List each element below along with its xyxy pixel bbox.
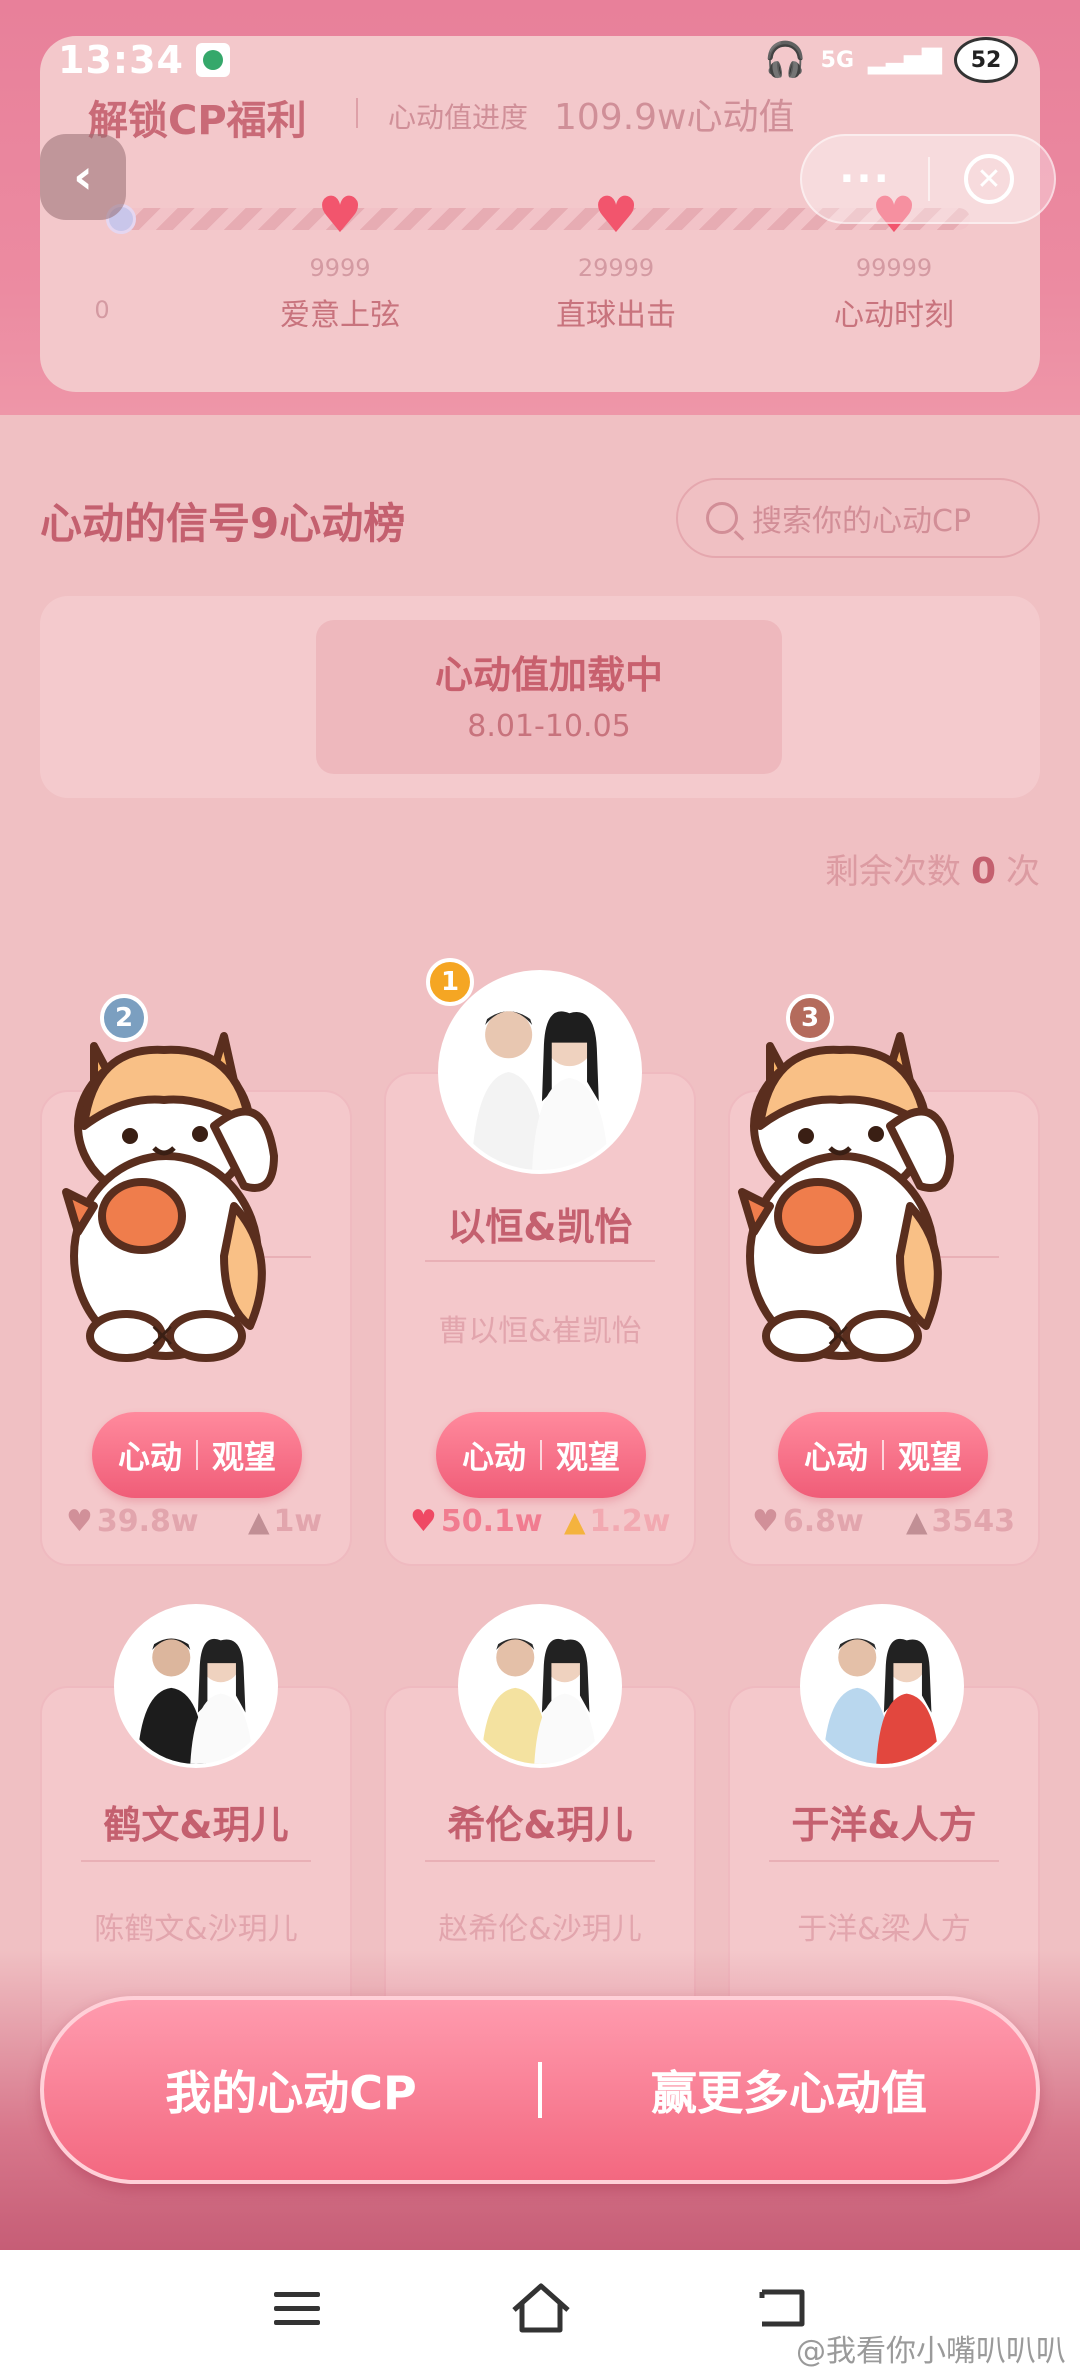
milestone-value: 9999 (309, 254, 371, 282)
cat-sticker-icon: × (738, 1032, 954, 1362)
welfare-separator (356, 98, 358, 128)
search-placeholder: 搜索你的心动CP (752, 504, 972, 539)
cp-fullname: 曹以恒&崔凯怡 (438, 1314, 642, 1349)
avatar (114, 1604, 278, 1768)
close-icon: ✕ (976, 161, 1002, 197)
earn-more-button[interactable]: 赢更多心动值 (542, 2057, 1036, 2123)
vote-button[interactable]: 心动 观望 (436, 1412, 646, 1498)
loading-date: 8.01-10.05 (467, 709, 631, 744)
watermark: @我看你小嘴叭叭叭 (796, 2334, 1066, 2369)
action-watch[interactable]: 观望 (212, 1432, 276, 1478)
milestone-0-value: 0 (94, 296, 110, 324)
cp-name: 鹤文&玥儿 (103, 1803, 289, 1847)
card-divider (425, 1860, 655, 1862)
back-button[interactable]: ‹ (40, 134, 126, 220)
action-watch[interactable]: 观望 (898, 1432, 962, 1478)
cp-name: 希伦&玥儿 (447, 1803, 633, 1847)
likes-count: ♥ 50.1w (410, 1504, 543, 1539)
heart-icon: ♥ (410, 1504, 437, 1539)
cp-fullname: 陈鹤文&沙玥儿 (94, 1912, 298, 1947)
remaining-count: 剩余次数 0 次 (825, 844, 1040, 893)
cp-name: 于洋&人方 (791, 1803, 977, 1847)
heart-icon: ♥ (317, 186, 363, 244)
action-watch[interactable]: 观望 (556, 1432, 620, 1478)
svg-text:×: × (824, 1315, 853, 1355)
search-icon (706, 502, 738, 534)
vote-button[interactable]: 心动 观望 (778, 1412, 988, 1498)
milestone-name: 直球出击 (556, 298, 676, 333)
cp-fullname: 赵希伦&沙玥儿 (438, 1912, 642, 1947)
flame-icon: ▲ (248, 1505, 270, 1538)
avatar (438, 970, 642, 1174)
heart-icon: ♥ (593, 186, 639, 244)
menu-icon[interactable] (264, 2278, 334, 2338)
cat-sticker-icon: × (62, 1032, 278, 1362)
close-button[interactable]: ✕ (964, 154, 1014, 204)
card-divider (769, 1860, 999, 1862)
my-cp-button[interactable]: 我的心动CP (44, 2057, 538, 2123)
status-indicators: 🎧 5G ▂▃▅▇ 52 (764, 37, 1018, 83)
ranking-title: 心动的信号9心动榜 (40, 499, 406, 548)
likes-count: ♥ 6.8w (752, 1504, 864, 1539)
capsule-separator (928, 157, 930, 201)
milestone-name: 爱意上弦 (280, 298, 400, 333)
network-label: 5G (820, 47, 855, 73)
heat-count: ▲ 1.2w (564, 1504, 671, 1539)
remaining-prefix: 剩余次数 (824, 852, 961, 892)
home-icon[interactable] (506, 2278, 576, 2338)
milestone-value: 99999 (855, 254, 933, 282)
heat-count: ▲ 1w (248, 1504, 323, 1539)
signal-icon: ▂▃▅▇ (868, 45, 942, 75)
action-heart[interactable]: 心动 (804, 1432, 868, 1478)
cp-fullname: 于洋&梁人方 (797, 1912, 971, 1947)
status-time: 13:34 (58, 38, 184, 82)
card-divider (425, 1260, 655, 1262)
loading-banner: 心动值加载中 8.01-10.05 (316, 620, 782, 774)
likes-count: ♥ 39.8w (66, 1504, 199, 1539)
cta-bar: 我的心动CP 赢更多心动值 (40, 1996, 1040, 2184)
app-notification-icon (195, 43, 230, 77)
chevron-left-icon: ‹ (73, 149, 93, 205)
remaining-number: 0 (970, 851, 996, 892)
status-bar: 13:34 🎧 5G ▂▃▅▇ 52 (58, 34, 1018, 86)
search-input[interactable]: 搜索你的心动CP (676, 478, 1040, 558)
headphones-icon: 🎧 (764, 40, 807, 80)
progress-value: 109.9w心动值 (554, 97, 795, 138)
heart-icon: ♥ (66, 1504, 93, 1539)
more-button[interactable]: ··· (802, 156, 928, 202)
milestone-1[interactable]: ♥ 9999 爱意上弦 (240, 190, 440, 334)
action-heart[interactable]: 心动 (118, 1432, 182, 1478)
avatar (800, 1604, 964, 1768)
progress-label: 心动值进度 (388, 101, 529, 134)
loading-title: 心动值加载中 (434, 653, 663, 697)
milestone-name: 心动时刻 (834, 298, 954, 333)
flame-icon: ▲ (564, 1505, 586, 1538)
heart-icon: ♥ (752, 1504, 779, 1539)
milestone-2[interactable]: ♥ 29999 直球出击 (516, 190, 716, 334)
miniapp-capsule: ··· ✕ (800, 134, 1056, 224)
milestone-value: 29999 (577, 254, 655, 282)
avatar (458, 1604, 622, 1768)
flame-icon: ▲ (906, 1505, 928, 1538)
svg-text:×: × (148, 1315, 177, 1355)
rank-badge: 1 (426, 958, 474, 1006)
vote-button[interactable]: 心动 观望 (92, 1412, 302, 1498)
action-heart[interactable]: 心动 (462, 1432, 526, 1478)
cp-name: 以恒&凯怡 (447, 1205, 633, 1249)
card-divider (81, 1860, 311, 1862)
remaining-suffix: 次 (1006, 852, 1040, 892)
battery-icon: 52 (954, 37, 1018, 83)
heat-count: ▲ 3543 (906, 1504, 1016, 1539)
welfare-title: 解锁CP福利 (88, 98, 307, 144)
